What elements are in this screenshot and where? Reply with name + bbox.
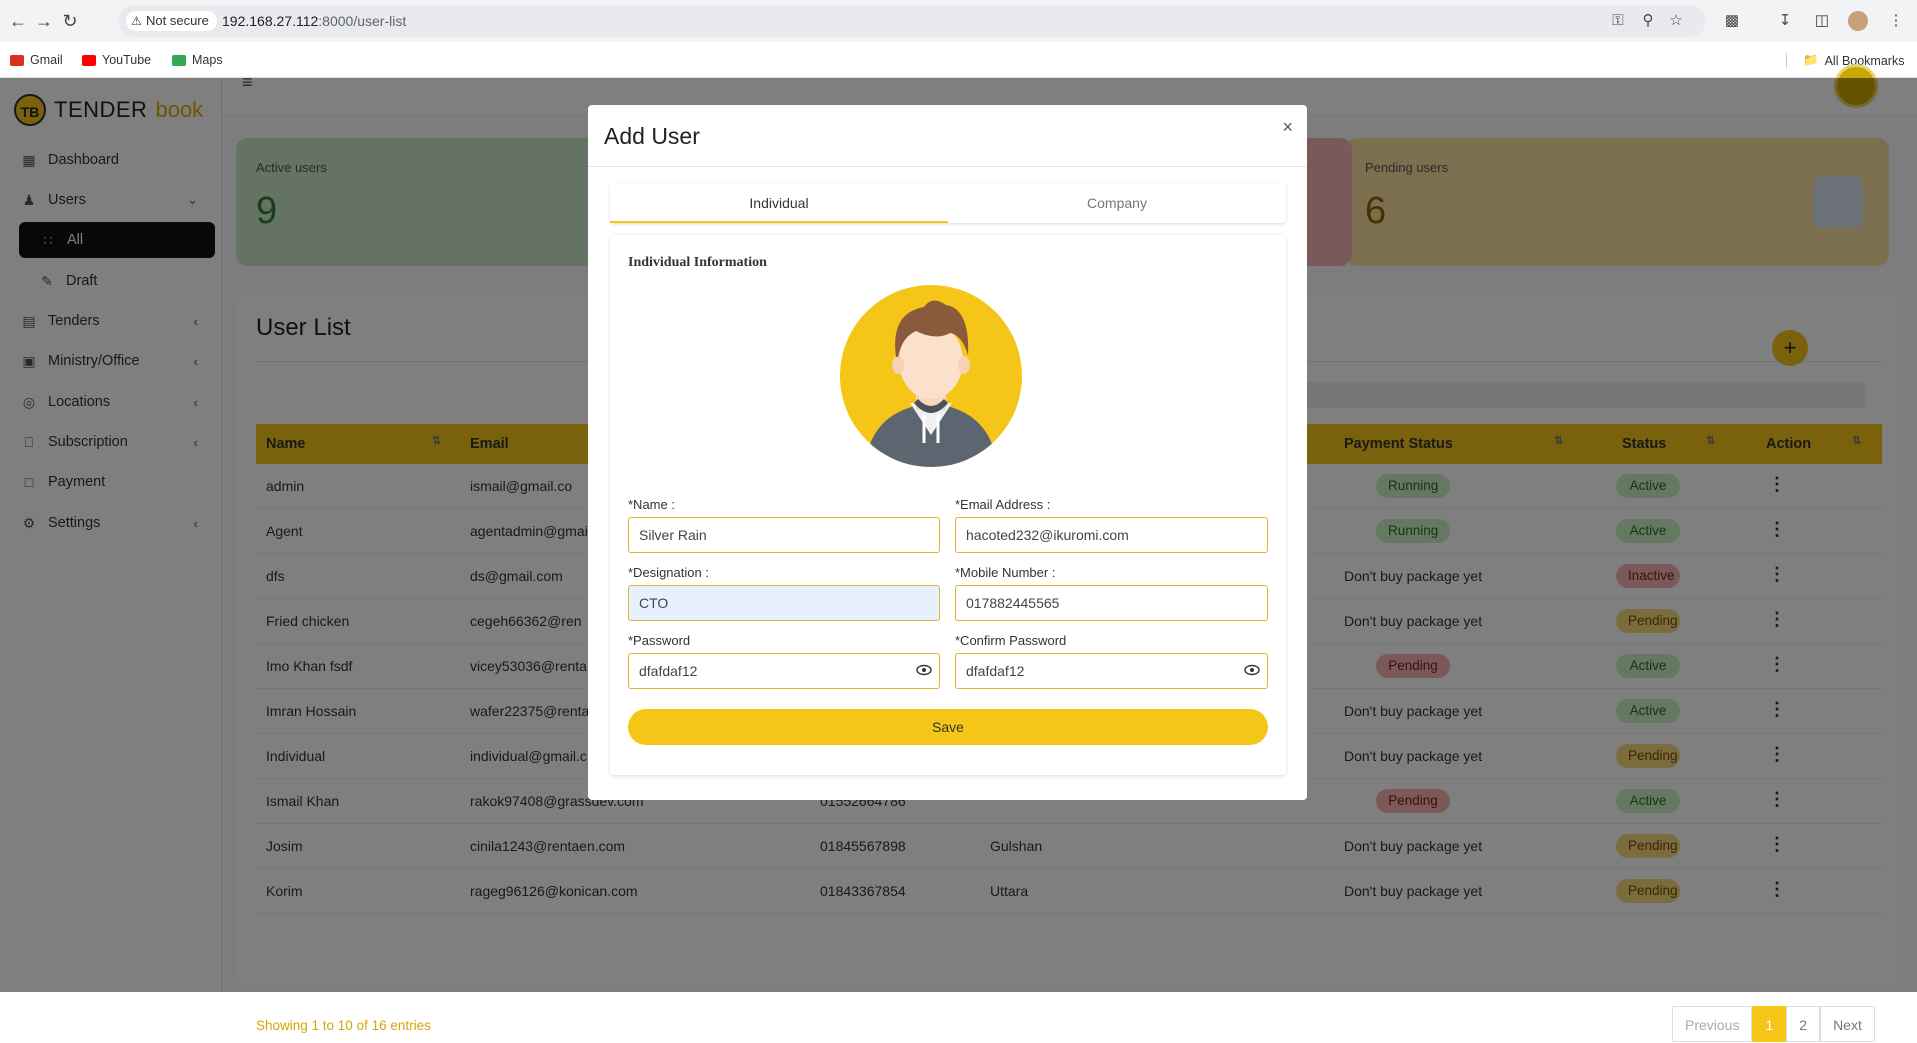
back-icon[interactable]: ← — [6, 9, 30, 33]
bookmarks-bar: Gmail YouTube Maps 📁 All Bookmarks — [0, 44, 1917, 78]
bookmark-gmail[interactable]: Gmail — [10, 53, 63, 67]
save-button[interactable]: Save — [628, 709, 1268, 745]
bookmark-label: Maps — [192, 53, 223, 67]
mobile-field[interactable]: 017882445565 — [955, 585, 1268, 621]
confirm-password-wrapper: dfafdaf12 — [955, 653, 1268, 689]
mobile-label: *Mobile Number : — [955, 565, 1056, 580]
profile-avatar[interactable] — [1848, 11, 1868, 31]
name-field[interactable]: Silver Rain — [628, 517, 940, 553]
address-bar-row: ← → ↻ Not secure 192.168.27.112:8000/use… — [0, 0, 1917, 42]
avatar-illustration — [865, 300, 997, 467]
menu-icon[interactable]: ⋮ — [1886, 11, 1906, 31]
download-icon[interactable]: ↧ — [1775, 11, 1795, 31]
section-title: Individual Information — [628, 255, 767, 270]
bookmark-maps[interactable]: Maps — [172, 53, 223, 67]
password-label: *Password — [628, 633, 691, 648]
confirm-password-field[interactable]: dfafdaf12 — [955, 653, 1268, 689]
avatar[interactable] — [840, 285, 1022, 467]
browser-chrome: ← → ↻ Not secure 192.168.27.112:8000/use… — [0, 0, 1917, 78]
next-button[interactable]: Next — [1820, 1006, 1875, 1042]
maps-icon — [172, 54, 186, 66]
email-label: *Email Address : — [955, 497, 1051, 512]
url-path: :8000/user-list — [318, 13, 407, 29]
reload-icon[interactable]: ↻ — [58, 9, 82, 33]
not-secure-badge[interactable]: Not secure — [126, 11, 217, 31]
password-wrapper: dfafdaf12 — [628, 653, 940, 689]
page-1-button[interactable]: 1 — [1752, 1006, 1787, 1042]
eye-icon[interactable] — [916, 662, 932, 678]
youtube-icon — [82, 54, 96, 66]
pagination: Previous 1 2 Next — [1672, 1006, 1875, 1042]
gmail-icon — [10, 54, 24, 66]
url-host: 192.168.27.112 — [222, 13, 319, 29]
url-text[interactable]: 192.168.27.112:8000/user-list — [222, 13, 406, 29]
confirm-password-label: *Confirm Password — [955, 633, 1067, 648]
bookmark-label: Gmail — [30, 53, 63, 67]
close-icon[interactable]: × — [1282, 117, 1293, 138]
modal-divider — [588, 166, 1307, 167]
folder-icon: 📁 — [1803, 53, 1819, 67]
bookmark-youtube[interactable]: YouTube — [82, 53, 151, 67]
page-2-button[interactable]: 2 — [1786, 1006, 1821, 1042]
modal-title: Add User — [604, 123, 700, 149]
email-field[interactable]: hacoted232@ikuromi.com — [955, 517, 1268, 553]
add-user-modal: Add User × Individual Company Individual… — [588, 105, 1307, 800]
entries-info: Showing 1 to 10 of 16 entries — [256, 1018, 431, 1033]
tab-company[interactable]: Company — [948, 183, 1286, 223]
eye-icon[interactable] — [1244, 662, 1260, 678]
tab-bar: Individual Company — [610, 183, 1286, 223]
tab-individual[interactable]: Individual — [610, 183, 948, 223]
forward-icon[interactable]: → — [32, 9, 56, 33]
extensions-icon[interactable]: ▩ — [1722, 11, 1742, 31]
sidepanel-icon[interactable]: ◫ — [1812, 11, 1832, 31]
zoom-icon[interactable]: ⚲ — [1638, 11, 1658, 31]
password-field[interactable]: dfafdaf12 — [628, 653, 940, 689]
star-icon[interactable]: ☆ — [1666, 11, 1686, 31]
bookmark-label: YouTube — [102, 53, 152, 67]
designation-field[interactable]: CTO — [628, 585, 940, 621]
individual-form: Individual Information *Name : Silver Ra… — [610, 235, 1286, 775]
key-icon[interactable]: ⚿ — [1608, 11, 1628, 31]
name-label: *Name : — [628, 497, 675, 512]
previous-button[interactable]: Previous — [1672, 1006, 1753, 1042]
url-bar[interactable]: Not secure 192.168.27.112:8000/user-list… — [118, 5, 1706, 37]
designation-label: *Designation : — [628, 565, 709, 580]
